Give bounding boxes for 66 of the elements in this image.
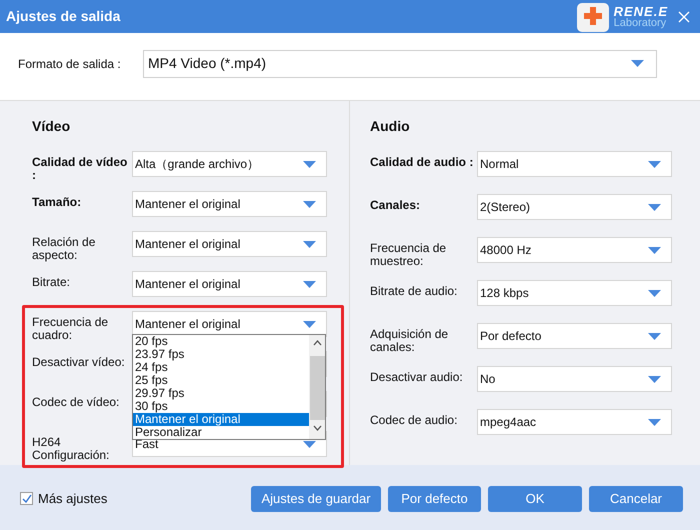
logo-subtitle: Laboratory: [614, 18, 668, 28]
dropdown-option[interactable]: 23.97 fps: [133, 348, 309, 361]
caret-icon: [303, 320, 316, 328]
caret-icon: [303, 240, 316, 248]
scroll-thumb[interactable]: [310, 356, 324, 420]
first-aid-box-icon: [576, 0, 610, 32]
dropdown[interactable]: 2(Stereo): [477, 194, 672, 220]
scroll-down-icon[interactable]: [312, 425, 322, 431]
field-label: Formato de salida :: [18, 56, 122, 72]
dialog-button[interactable]: OK: [488, 486, 582, 512]
checkmark-icon: [22, 494, 32, 503]
caret-icon: [648, 332, 661, 340]
field-label: Codec de vídeo:: [32, 394, 120, 409]
field-label: Desactivar vídeo:: [32, 354, 126, 369]
format-dropdown[interactable]: MP4 Video (*.mp4): [143, 50, 657, 78]
dropdown[interactable]: Alta（grande archivo）: [132, 151, 327, 177]
caret-icon: [648, 160, 661, 168]
caret-icon: [648, 290, 661, 296]
caret-icon: [648, 376, 661, 382]
close-icon[interactable]: [678, 10, 690, 22]
field-label: Frecuencia de cuadro:: [32, 314, 110, 342]
dialog-button[interactable]: Por defecto: [388, 486, 481, 512]
field-label: Canales:: [370, 197, 422, 212]
logo-name: RENE.E: [614, 4, 668, 18]
field-label: Adquisición de canales:: [370, 326, 450, 354]
dropdown-option[interactable]: 20 fps: [133, 335, 309, 348]
section-title: Audio: [370, 117, 411, 136]
field-label: Calidad de vídeo :: [32, 154, 128, 182]
dropdown[interactable]: 128 kbps: [477, 280, 672, 306]
dropdown[interactable]: No: [477, 366, 672, 392]
dropdown[interactable]: Mantener el original: [132, 271, 327, 297]
scroll-up-icon[interactable]: [312, 340, 322, 346]
caret-icon: [648, 204, 661, 210]
dropdown[interactable]: Por defecto: [477, 323, 672, 349]
dialog-button[interactable]: Cancelar: [589, 486, 683, 512]
caret-icon: [631, 60, 644, 67]
field-label: Bitrate de audio:: [370, 283, 458, 298]
checkbox-label: Más ajustes: [38, 490, 108, 508]
dropdown[interactable]: mpeg4aac: [477, 409, 672, 435]
window-title: Ajustes de salida: [6, 7, 120, 26]
field-label: Bitrate:: [32, 274, 72, 289]
dropdown[interactable]: Normal: [477, 151, 672, 177]
field-label: Tamaño:: [32, 194, 82, 209]
field-label: Relación de aspecto:: [32, 234, 96, 262]
field-label: H264 Configuración:: [32, 434, 110, 462]
dropdown[interactable]: Mantener el original: [132, 191, 327, 217]
caret-icon: [648, 418, 661, 426]
dropdown[interactable]: Mantener el original: [132, 231, 327, 257]
dropdown-option[interactable]: 29.97 fps: [133, 387, 309, 400]
field-label: Calidad de audio :: [370, 154, 474, 169]
caret-icon: [303, 160, 316, 168]
dropdown-option[interactable]: 25 fps: [133, 374, 309, 387]
caret-icon: [648, 246, 661, 254]
caret-icon: [303, 200, 316, 208]
field-label: Desactivar audio:: [370, 369, 464, 384]
dropdown-option[interactable]: 30 fps: [133, 400, 309, 413]
scrollbar[interactable]: [309, 335, 325, 439]
dropdown-option[interactable]: Mantener el original: [133, 413, 309, 426]
dialog-button[interactable]: Ajustes de guardar: [251, 486, 381, 512]
dropdown[interactable]: 48000 Hz: [477, 237, 672, 263]
field-label: Frecuencia de muestreo:: [370, 240, 448, 268]
dropdown-option[interactable]: 24 fps: [133, 361, 309, 374]
checkbox[interactable]: [20, 492, 33, 505]
caret-icon: [303, 280, 316, 288]
section-title: Vídeo: [32, 117, 72, 136]
field-label: Codec de audio:: [370, 412, 458, 427]
